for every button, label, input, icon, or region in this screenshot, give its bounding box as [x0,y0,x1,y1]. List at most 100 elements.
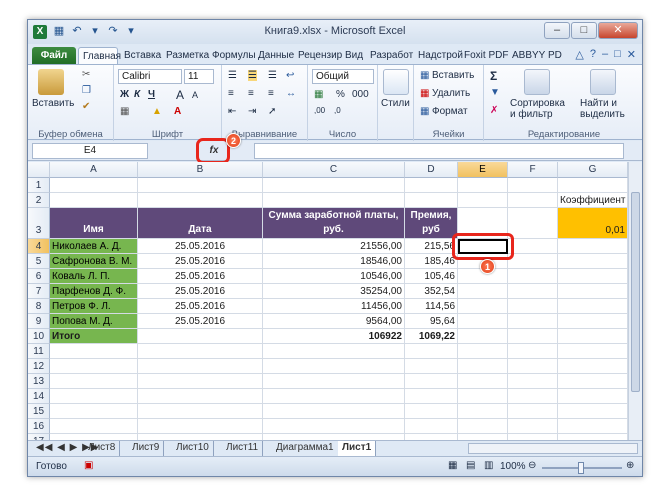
row-header[interactable]: 7 [28,284,50,299]
insert-cells-button[interactable]: Вставить [432,70,474,81]
decrease-indent-icon[interactable]: ⇤ [228,106,236,117]
row-header[interactable]: 6 [28,269,50,284]
grid-cell[interactable] [508,239,558,254]
vertical-scrollbar[interactable] [628,162,642,440]
sheet-tab-10[interactable]: Лист10 [172,441,214,456]
thousands-button[interactable]: 000 [352,89,369,100]
align-top-icon[interactable]: ☰ [228,70,237,81]
column-header-b[interactable]: B [138,162,263,178]
grid-cell[interactable] [138,419,263,434]
sheet-tab-1[interactable]: Лист1 [338,441,377,456]
page-layout-view-icon[interactable]: ▤ [466,460,475,471]
grid-cell[interactable] [458,389,508,404]
tab-developer[interactable]: Разработ [366,47,417,65]
grid-cell[interactable] [458,419,508,434]
format-painter-icon[interactable]: ✔ [82,101,90,112]
grid-cell[interactable] [558,178,628,193]
header-date[interactable]: Дата [138,208,263,239]
normal-view-icon[interactable]: ▦ [448,460,457,471]
row-header[interactable]: 14 [28,389,50,404]
percent-button[interactable]: % [336,89,345,100]
grid-cell[interactable] [558,239,628,254]
grid-cell[interactable] [508,269,558,284]
help-icon[interactable]: ? [590,48,596,61]
row-header[interactable]: 11 [28,344,50,359]
cell-name[interactable]: Парфенов Д. Ф. [50,284,138,299]
align-left-icon[interactable]: ≡ [228,88,234,99]
tab-addins[interactable]: Надстрой [414,47,467,65]
formula-input[interactable] [254,143,624,159]
borders-icon[interactable]: ▦ [120,106,129,117]
grid-cell[interactable] [558,359,628,374]
grid-cell[interactable] [50,389,138,404]
grid-cell[interactable] [405,419,458,434]
grid-cell[interactable] [558,329,628,344]
paste-icon[interactable] [38,69,64,95]
sort-filter-icon[interactable] [524,69,550,95]
row-header[interactable]: 5 [28,254,50,269]
font-size-select[interactable]: 11 [184,69,214,84]
grid-cell[interactable] [508,329,558,344]
doc-minimize-icon[interactable]: – [602,48,608,61]
cell-date[interactable]: 25.05.2016 [138,239,263,254]
minimize-button[interactable]: – [544,22,570,39]
grid-cell[interactable] [458,374,508,389]
grid-cell[interactable] [50,193,138,208]
grid-cell[interactable] [508,344,558,359]
row-header[interactable]: 12 [28,359,50,374]
merge-icon[interactable]: ↔ [286,88,296,99]
grid-cell[interactable] [458,359,508,374]
macro-record-icon[interactable]: ▣ [84,460,93,471]
sheet-tab-11[interactable]: Лист11 [222,441,264,456]
cell-bonus[interactable]: 95,64 [405,314,458,329]
cell-date[interactable]: 25.05.2016 [138,314,263,329]
row-header[interactable]: 2 [28,193,50,208]
grow-font-button[interactable]: A [176,88,184,102]
cell-name[interactable]: Попова М. Д. [50,314,138,329]
grid-cell[interactable] [263,374,405,389]
cell-name[interactable]: Петров Ф. Л. [50,299,138,314]
grid-cell[interactable] [405,359,458,374]
tab-file[interactable]: Файл [32,47,76,65]
grid-cell[interactable] [458,344,508,359]
column-header-a[interactable]: A [50,162,138,178]
grid-cell[interactable] [508,389,558,404]
grid-cell[interactable] [558,419,628,434]
align-center-icon[interactable]: ≡ [248,88,254,99]
sheet-tab-8[interactable]: Лист8 [84,441,121,456]
underline-button[interactable]: Ч [148,89,155,100]
cell-bonus[interactable]: 352,54 [405,284,458,299]
grid-cell[interactable] [263,344,405,359]
cell-date[interactable]: 25.05.2016 [138,269,263,284]
row-header[interactable]: 8 [28,299,50,314]
grid-cell[interactable] [458,329,508,344]
grid-cell[interactable] [138,193,263,208]
row-header[interactable]: 13 [28,374,50,389]
grid-cell[interactable] [508,404,558,419]
autosum-icon[interactable]: Σ [490,69,497,83]
insert-cells-icon[interactable]: ▦ [420,70,429,81]
grid-cell[interactable] [508,359,558,374]
grid-cell[interactable] [138,389,263,404]
wrap-text-icon[interactable]: ↩ [286,70,294,81]
grid-cell[interactable] [405,404,458,419]
cell-salary[interactable]: 9564,00 [263,314,405,329]
copy-icon[interactable]: ❐ [82,85,91,96]
total-bonus[interactable]: 1069,22 [405,329,458,344]
grid-cell[interactable] [405,344,458,359]
fill-color-icon[interactable]: ▲ [152,106,162,117]
orientation-icon[interactable]: ➚ [268,106,276,117]
tab-foxit[interactable]: Foxit PDF [460,47,512,65]
grid-cell[interactable] [458,299,508,314]
delete-cells-button[interactable]: Удалить [432,88,470,99]
cell-salary[interactable]: 21556,00 [263,239,405,254]
grid-cell[interactable] [508,299,558,314]
grid-cell[interactable] [50,374,138,389]
grid-cell[interactable] [508,314,558,329]
grid-cell[interactable] [558,314,628,329]
shrink-font-button[interactable]: A [192,90,198,100]
grid-cell[interactable] [558,254,628,269]
cell-bonus[interactable]: 105,46 [405,269,458,284]
tab-data[interactable]: Данные [254,47,298,65]
grid-cell[interactable] [558,269,628,284]
